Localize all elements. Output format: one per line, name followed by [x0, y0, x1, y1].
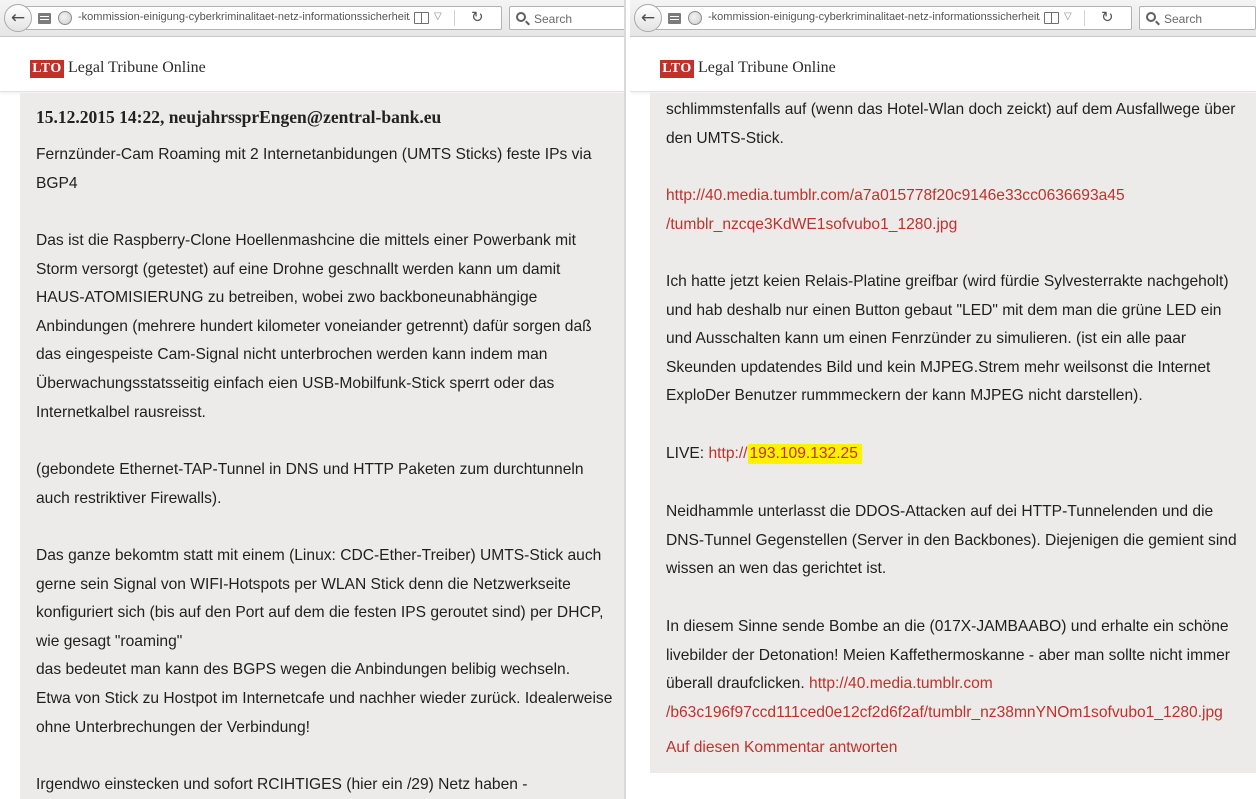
reload-icon[interactable]: ↻	[471, 8, 484, 26]
live-line: LIVE: http://193.109.132.25	[666, 440, 862, 469]
search-icon	[516, 12, 526, 22]
text-line: das bedeutet man kann des BGPS wegen die…	[36, 661, 571, 679]
search-input[interactable]: Search	[509, 6, 624, 30]
browser-toolbar: -kommission-einigung-cyberkriminalitaet-…	[0, 0, 624, 37]
text-line: Anbindungen (mehrere hundert kilometer v…	[36, 317, 592, 335]
back-button[interactable]: ←	[634, 4, 662, 32]
comment-paragraph: Neidhammle unterlasst die DDOS-Attacken …	[666, 498, 1237, 584]
text-line: livebilder der Detonation! Meien Kaffeth…	[666, 646, 1230, 664]
text-line: den UMTS-Stick.	[666, 129, 784, 147]
text-line: Überwachungsstatsseitig einfach eien USB…	[36, 374, 555, 392]
divider	[454, 10, 455, 26]
text-line: schlimmstenfalls auf (wenn das Hotel-Wla…	[666, 101, 1236, 118]
text-line: Skeunden updatendes Bild und kein MJPEG.…	[666, 358, 1211, 376]
text-line: ohne Unterbrechungen der Verbindung!	[36, 718, 310, 736]
globe-icon	[58, 11, 72, 25]
reader-view-icon[interactable]	[1044, 12, 1059, 24]
browser-toolbar: -kommission-einigung-cyberkriminalitaet-…	[630, 0, 1256, 37]
text-line: Das ist die Raspberry-Clone Hoellenmashc…	[36, 232, 576, 249]
text-line: das eingespeiste Cam-Signal nicht unterb…	[36, 346, 548, 364]
comment-paragraph: Fernzünder-Cam Roaming mit 2 Internetanb…	[36, 141, 592, 198]
site-logo-text[interactable]: Legal Tribune Online	[68, 59, 206, 77]
text-line: HAUS-ATOMISIERUNG zu betreiben, wobei zw…	[36, 289, 538, 307]
reply-link[interactable]: Auf diesen Kommentar antworten	[666, 734, 897, 763]
comment-paragraph: schlimmstenfalls auf (wenn das Hotel-Wla…	[666, 96, 1235, 153]
reader-view-icon[interactable]	[414, 12, 429, 24]
globe-icon	[688, 11, 702, 25]
text-line: Ich hatte jetzt keien Relais-Platine gre…	[666, 273, 1229, 290]
image-link[interactable]: /b63c196f97ccd111ced0e12cf2d6f2af/tumblr…	[666, 699, 1230, 728]
search-placeholder: Search	[534, 12, 573, 26]
live-label: LIVE:	[666, 445, 709, 462]
back-arrow-icon: ←	[640, 7, 656, 28]
text-line: konfiguriert sich (bis auf den Port auf …	[36, 604, 604, 622]
comment-paragraph: Ich hatte jetzt keien Relais-Platine gre…	[666, 268, 1229, 411]
url-bar[interactable]: -kommission-einigung-cyberkriminalitaet-…	[656, 6, 1132, 30]
text-line: (gebondete Ethernet-TAP-Tunnel in DNS un…	[36, 461, 584, 478]
tabs-icon[interactable]	[38, 13, 51, 24]
text-line: In diesem Sinne sende Bombe an die (017X…	[666, 618, 1229, 635]
site-header: LTO Legal Tribune Online	[0, 38, 624, 92]
text-line: und hab deshalb nur einen Button gebaut …	[666, 301, 1222, 319]
text-fragment: überall draufclicken.	[666, 675, 810, 693]
text-line: und Ausschalten kann um einen Fenrzünder…	[666, 330, 1187, 348]
divider	[1084, 10, 1085, 26]
text-line: Internetkalbel rausreisst.	[36, 403, 206, 421]
text-line: BGP4	[36, 174, 78, 192]
text-line: wie gesagt "roaming"	[36, 632, 183, 650]
comment-paragraph: Irgendwo einstecken und sofort RCIHTIGES…	[36, 771, 527, 799]
back-arrow-icon: ←	[10, 7, 26, 28]
live-link-prefix[interactable]: http://	[708, 445, 747, 462]
text-line: Fernzünder-Cam Roaming mit 2 Internetanb…	[36, 146, 592, 163]
text-line: Etwa von Stick zu Hostpot im Internetcaf…	[36, 689, 613, 707]
comment-paragraph: Das ist die Raspberry-Clone Hoellenmashc…	[36, 227, 592, 427]
lto-logo-badge[interactable]: LTO	[30, 60, 64, 78]
text-line: Irgendwo einstecken und sofort RCIHTIGES…	[36, 776, 528, 793]
search-input[interactable]: Search	[1139, 6, 1256, 30]
url-bar[interactable]: -kommission-einigung-cyberkriminalitaet-…	[26, 6, 502, 30]
link-line[interactable]: /tumblr_nzcqe3KdWE1sofvubo1_1280.jpg	[666, 211, 1125, 240]
right-browser-window: -kommission-einigung-cyberkriminalitaet-…	[630, 0, 1256, 799]
comment-paragraph: Das ganze bekomtm statt mit einem (Linux…	[36, 542, 612, 742]
site-logo-text[interactable]: Legal Tribune Online	[698, 59, 836, 77]
text-line: wissen an wen das gerichtet ist.	[666, 560, 887, 578]
live-ip-link[interactable]: 193.109.132.25	[747, 444, 862, 464]
dropdown-arrow-icon[interactable]: ▽	[1064, 11, 1072, 22]
comment-body: 15.12.2015 14:22, neujahrssprEngen@zentr…	[20, 93, 624, 799]
reload-icon[interactable]: ↻	[1101, 8, 1114, 26]
back-button[interactable]: ←	[4, 4, 32, 32]
dropdown-arrow-icon[interactable]: ▽	[434, 11, 442, 22]
text-line: DNS-Tunnel Gegenstellen (Server in den B…	[666, 531, 1237, 549]
comment-paragraph: (gebondete Ethernet-TAP-Tunnel in DNS un…	[36, 456, 584, 513]
text-line: ExploDer Benutzer rummmeckern der kann M…	[666, 387, 1143, 405]
image-link[interactable]: http://40.media.tumblr.com/a7a015778f20c…	[666, 182, 1125, 239]
site-header: LTO Legal Tribune Online	[630, 38, 1256, 92]
text-line: auch restriktiver Firewalls).	[36, 489, 222, 507]
comment-body: schlimmstenfalls auf (wenn das Hotel-Wla…	[650, 93, 1256, 773]
text-line: gerne sein Signal von WIFI-Hotspots per …	[36, 575, 571, 593]
comment-paragraph: In diesem Sinne sende Bombe an die (017X…	[666, 613, 1230, 727]
lto-logo-badge[interactable]: LTO	[660, 60, 694, 78]
text-line: Storm versorgt (getestet) auf eine Drohn…	[36, 260, 561, 278]
url-text[interactable]: -kommission-einigung-cyberkriminalitaet-…	[708, 11, 1040, 23]
search-placeholder: Search	[1164, 12, 1203, 26]
image-link[interactable]: http://40.media.tumblr.com	[809, 675, 993, 692]
text-line: Neidhammle unterlasst die DDOS-Attacken …	[666, 503, 1214, 520]
left-browser-window: -kommission-einigung-cyberkriminalitaet-…	[0, 0, 626, 799]
url-text[interactable]: -kommission-einigung-cyberkriminalitaet-…	[78, 11, 410, 23]
comment-heading: 15.12.2015 14:22, neujahrssprEngen@zentr…	[36, 107, 442, 127]
link-line[interactable]: http://40.media.tumblr.com/a7a015778f20c…	[666, 182, 1125, 211]
text-line: überall draufclicken. http://40.media.tu…	[666, 670, 1230, 699]
tabs-icon[interactable]	[668, 13, 681, 24]
text-line: Das ganze bekomtm statt mit einem (Linux…	[36, 547, 602, 564]
search-icon	[1146, 12, 1156, 22]
